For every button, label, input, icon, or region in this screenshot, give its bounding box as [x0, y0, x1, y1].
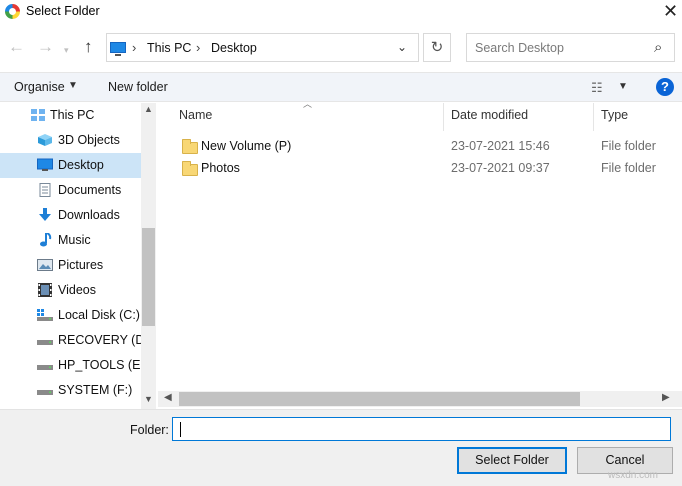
- recent-locations-chevron-icon[interactable]: ▾: [64, 41, 69, 59]
- cube-3d-icon: [38, 134, 52, 146]
- folder-input[interactable]: [172, 417, 671, 441]
- sidebar-item-local-disk-c[interactable]: Local Disk (C:): [0, 303, 141, 328]
- document-icon: [39, 183, 51, 197]
- sidebar-item-label: HP_TOOLS (E:): [58, 358, 149, 372]
- folder-icon: [182, 139, 198, 154]
- watermark-text: wsxdn.com: [608, 470, 659, 481]
- sidebar-item-label: Pictures: [58, 258, 104, 272]
- refresh-button[interactable]: ↻: [423, 33, 451, 62]
- search-input[interactable]: Search Desktop: [475, 41, 564, 55]
- address-bar[interactable]: › This PC › Desktop ⌄: [106, 33, 419, 62]
- drive-icon: [37, 390, 53, 395]
- sidebar-item-label: Music: [58, 233, 91, 247]
- column-header-type[interactable]: Type: [601, 108, 628, 122]
- sidebar-item-label: 3D Objects: [58, 133, 120, 147]
- sidebar-item-system-f[interactable]: SYSTEM (F:): [0, 378, 141, 403]
- file-name: Photos: [201, 161, 240, 175]
- address-dropdown-icon[interactable]: ⌄: [397, 40, 407, 54]
- sidebar-item-label: SYSTEM (F:): [58, 383, 133, 397]
- file-type: File folder: [601, 161, 656, 175]
- download-arrow-icon: [39, 208, 51, 221]
- column-header-date-modified[interactable]: Date modified: [451, 108, 528, 122]
- view-options-icon[interactable]: ☷: [591, 80, 603, 96]
- sidebar-item-documents[interactable]: Documents: [0, 178, 141, 203]
- search-box[interactable]: Search Desktop ⌕: [466, 33, 675, 62]
- text-cursor: [180, 422, 181, 437]
- folder-label: Folder:: [130, 423, 169, 437]
- file-name: New Volume (P): [201, 139, 292, 153]
- title-bar: Select Folder ✕: [0, 0, 682, 24]
- drive-icon: [37, 340, 53, 345]
- windows-drive-icon: [37, 309, 53, 321]
- film-icon: [38, 283, 52, 297]
- help-icon[interactable]: ?: [656, 78, 674, 96]
- file-date-modified: 23-07-2021 09:37: [451, 161, 550, 175]
- breadcrumb-desktop[interactable]: Desktop: [211, 41, 257, 55]
- select-folder-button[interactable]: Select Folder: [457, 447, 567, 474]
- command-bar: Organise ▼ New folder ☷ ▼ ?: [0, 72, 682, 102]
- sidebar-item-label: Local Disk (C:): [58, 308, 140, 322]
- desktop-icon: [37, 158, 53, 171]
- view-options-caret-icon[interactable]: ▼: [618, 81, 628, 92]
- navigation-pane-scroll-thumb[interactable]: [142, 228, 155, 326]
- sidebar-item-label: This PC: [50, 108, 95, 122]
- breadcrumb-this-pc[interactable]: This PC: [147, 41, 191, 55]
- column-divider[interactable]: [593, 103, 594, 131]
- sidebar-item-pictures[interactable]: Pictures: [0, 253, 141, 278]
- table-row[interactable]: New Volume (P) 23-07-2021 15:46 File fol…: [160, 136, 682, 158]
- picture-icon: [37, 259, 53, 271]
- sidebar-item-videos[interactable]: Videos: [0, 278, 141, 303]
- new-folder-button[interactable]: New folder: [108, 80, 168, 94]
- sidebar-item-this-pc[interactable]: This PC: [0, 103, 141, 128]
- refresh-icon: ↻: [430, 39, 444, 56]
- sidebar-item-label: Desktop: [58, 158, 104, 172]
- window-title: Select Folder: [26, 4, 100, 18]
- scroll-down-icon[interactable]: ▼: [144, 394, 153, 404]
- breadcrumb-chevron-icon[interactable]: ›: [132, 40, 136, 55]
- sort-ascending-icon: ︿: [303, 99, 313, 109]
- back-arrow-icon[interactable]: ←: [8, 38, 25, 56]
- sidebar-item-label: Downloads: [58, 208, 120, 222]
- sidebar-item-music[interactable]: Music: [0, 228, 141, 253]
- up-arrow-icon[interactable]: ↑: [84, 37, 93, 57]
- music-note-icon: [40, 233, 52, 247]
- computer-icon: [110, 42, 126, 56]
- table-row[interactable]: Photos 23-07-2021 09:37 File folder: [160, 158, 682, 180]
- scroll-right-icon[interactable]: ▶: [662, 392, 670, 403]
- file-date-modified: 23-07-2021 15:46: [451, 139, 550, 153]
- sidebar-item-hp-tools-e[interactable]: HP_TOOLS (E:): [0, 353, 148, 378]
- select-folder-dialog: Select Folder ✕ ← → ▾ ↑ › This PC › Desk…: [0, 0, 682, 486]
- breadcrumb-chevron-icon[interactable]: ›: [196, 40, 200, 55]
- organise-menu[interactable]: Organise: [14, 80, 65, 94]
- search-icon: ⌕: [654, 39, 663, 56]
- folder-icon: [182, 161, 198, 176]
- navigation-pane: This PC 3D Objects Desktop Documents Dow…: [0, 103, 156, 409]
- drive-icon: [37, 365, 53, 370]
- sidebar-item-label: RECOVERY (D:): [58, 333, 153, 347]
- sidebar-item-recovery-d[interactable]: RECOVERY (D:): [0, 328, 152, 353]
- scroll-up-icon[interactable]: ▲: [144, 104, 153, 114]
- organise-caret-icon[interactable]: ▼: [68, 80, 78, 91]
- horizontal-scroll-thumb[interactable]: [179, 392, 580, 406]
- sidebar-item-label: Videos: [58, 283, 96, 297]
- sidebar-item-label: Documents: [58, 183, 122, 197]
- app-icon: [5, 4, 20, 19]
- sidebar-item-3d-objects[interactable]: 3D Objects: [0, 128, 141, 153]
- sidebar-item-downloads[interactable]: Downloads: [0, 203, 141, 228]
- column-header-name[interactable]: Name: [179, 108, 212, 122]
- computer-icon: [31, 109, 45, 121]
- scroll-left-icon[interactable]: ◀: [164, 392, 172, 403]
- sidebar-item-desktop[interactable]: Desktop: [0, 153, 141, 178]
- column-divider[interactable]: [443, 103, 444, 131]
- close-icon[interactable]: ✕: [663, 1, 678, 21]
- file-type: File folder: [601, 139, 656, 153]
- forward-arrow-icon[interactable]: →: [37, 38, 54, 56]
